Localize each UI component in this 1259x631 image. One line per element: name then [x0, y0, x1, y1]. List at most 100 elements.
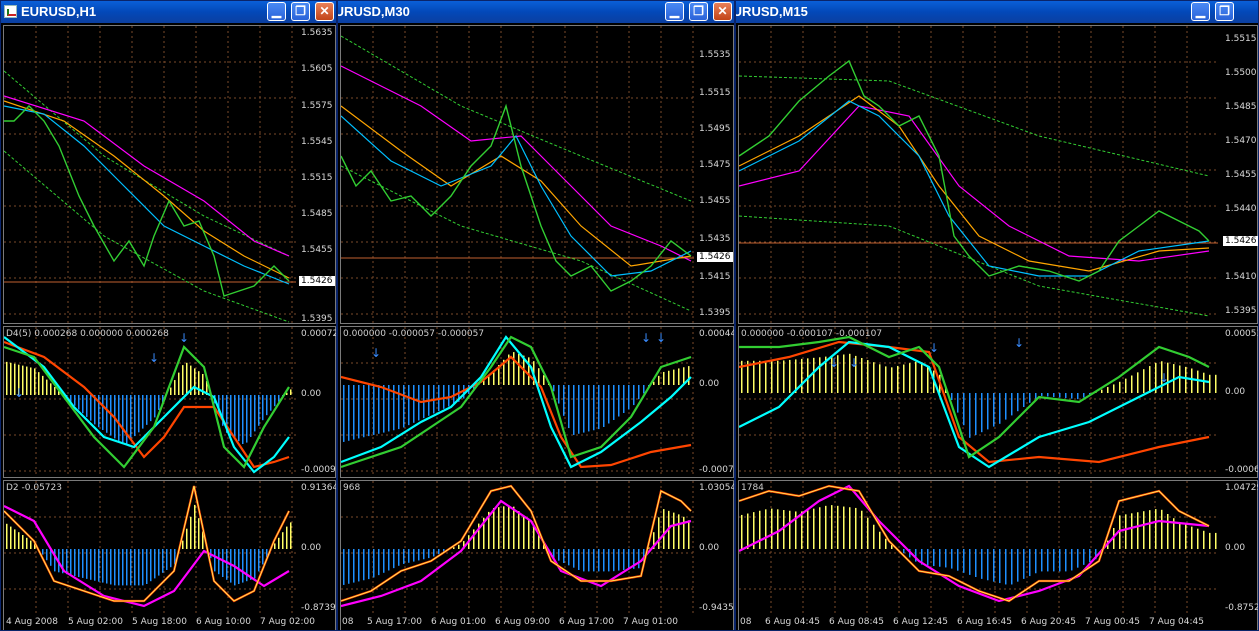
histogram-bar	[258, 395, 260, 426]
price-chart[interactable]	[739, 26, 1218, 323]
histogram-bar	[194, 368, 196, 395]
histogram-bar	[885, 366, 887, 393]
time-tick: 5 Aug 02:00	[68, 617, 123, 627]
histogram-bar	[801, 358, 803, 393]
histogram-bar	[1167, 514, 1169, 549]
chart-window-h1[interactable]: EURUSD,H1 ▁ ❐ ✕ 1.5635 1.5605 1.5575 1.5…	[0, 0, 337, 631]
histogram-bar	[963, 549, 965, 573]
histogram-bar	[26, 366, 28, 395]
slow-ma-line	[341, 65, 692, 262]
histogram-bar	[618, 385, 620, 417]
histogram-bar	[623, 549, 625, 570]
indicator-2-label: D2 -0.05723	[6, 483, 62, 493]
indicator-chart[interactable]: ↓ ↓ ↓ ↓ ↓	[739, 327, 1218, 477]
histogram-bar	[1023, 549, 1025, 579]
histogram-bar	[353, 385, 355, 440]
histogram-bar	[1029, 393, 1031, 403]
histogram-bar	[134, 395, 136, 437]
window-titlebar[interactable]: EURUSD,M30 ▁ ❐ ✕	[338, 1, 734, 23]
indicator-chart[interactable]: ↓ ↓ ↓	[341, 327, 694, 477]
histogram-bar	[771, 508, 773, 549]
window-titlebar[interactable]: EURUSD,M15 ▁ ❐	[736, 1, 1258, 23]
histogram-bar	[628, 549, 630, 570]
indicator-pane-2[interactable]: 1784 1.04729 0.00 -0.87529 08 6 Aug 04:4…	[738, 480, 1258, 630]
histogram-bar	[78, 395, 80, 410]
histogram-bar	[765, 509, 767, 549]
restore-button[interactable]: ❐	[689, 2, 708, 21]
histogram-bar	[643, 385, 645, 394]
mid-ma-line	[739, 95, 1210, 272]
histogram-bar	[358, 549, 360, 582]
indicator-pane-2[interactable]: 968 1.03054 0.00 -0.94353 08 5 Aug 17:00…	[340, 480, 734, 630]
histogram-bar	[290, 389, 292, 395]
down-arrow-icon: ↓	[14, 386, 24, 400]
histogram-bar	[1203, 530, 1205, 549]
indicator-pane-1[interactable]: ↓ ↓ ↓ D4(5) 0.000268 0.000000 0.000268 0.0…	[3, 326, 336, 478]
histogram-bar	[250, 549, 252, 580]
histogram-bar	[218, 549, 220, 575]
price-tick: 1.5515	[1225, 34, 1257, 44]
histogram-bar	[102, 549, 104, 583]
price-tick: 1.5495	[699, 124, 731, 134]
price-tick: 1.5395	[699, 308, 731, 318]
histogram-bar	[741, 514, 743, 549]
histogram-bar	[993, 549, 995, 582]
window-titlebar[interactable]: EURUSD,H1 ▁ ❐ ✕	[1, 1, 336, 23]
price-pane[interactable]: 1.5535 1.5515 1.5495 1.5475 1.5455 1.543…	[340, 25, 734, 324]
histogram-bar	[368, 385, 370, 437]
histogram-bar	[999, 549, 1001, 584]
close-button[interactable]: ✕	[713, 2, 732, 21]
minimize-button[interactable]: ▁	[267, 2, 286, 21]
close-button[interactable]: ✕	[315, 2, 334, 21]
histogram-bar	[909, 363, 911, 393]
histogram-bar	[558, 549, 560, 561]
histogram-bar	[408, 549, 410, 563]
ind-tick: 0.00053	[1225, 329, 1259, 339]
indicator-chart[interactable]	[739, 481, 1218, 615]
histogram-bar	[42, 375, 44, 395]
indicator-chart[interactable]	[341, 481, 694, 615]
oscillator-thin-line	[341, 485, 692, 602]
histogram-bar	[673, 512, 675, 549]
histogram-bar	[146, 395, 148, 425]
histogram-bar	[558, 385, 560, 404]
histogram-bar	[503, 506, 505, 549]
histogram-bar	[668, 370, 670, 385]
indicator-pane-1[interactable]: ↓ ↓ ↓ 0.000000 -0.000057 -0.000057 0.00044…	[340, 326, 734, 478]
histogram-bar	[927, 366, 929, 393]
histogram-bar	[843, 506, 845, 549]
histogram-bar	[1203, 372, 1205, 393]
price-pane[interactable]: 1.5515 1.5500 1.5485 1.5470 1.5455 1.544…	[738, 25, 1258, 324]
indicator-chart[interactable]	[4, 481, 296, 615]
indicator-pane-1[interactable]: ↓ ↓ ↓ ↓ ↓ 0.000000 -0.000107 -0.000107 0.000…	[738, 326, 1258, 478]
indicator-pane-2[interactable]: D2 -0.05723 0.91364 0.00 -0.87399 4 Aug …	[3, 480, 336, 630]
time-tick: 6 Aug 16:45	[957, 617, 1012, 627]
chart-window-m15[interactable]: EURUSD,M15 ▁ ❐ 1.5515 1.5500 1.5485 1.54…	[735, 0, 1259, 631]
histogram-bar	[513, 352, 515, 385]
restore-button[interactable]: ❐	[1215, 2, 1234, 21]
histogram-bar	[1185, 366, 1187, 393]
histogram-bar	[448, 385, 450, 407]
histogram-bar	[1059, 549, 1061, 572]
chart-window-m30[interactable]: EURUSD,M30 ▁ ❐ ✕ 1.5535 1.5515 1.5495 1.…	[337, 0, 735, 631]
histogram-bar	[653, 381, 655, 385]
slow-ma-line	[4, 95, 290, 257]
time-tick: 08	[342, 617, 354, 627]
restore-button[interactable]: ❐	[291, 2, 310, 21]
histogram-bar	[975, 393, 977, 435]
histogram-bar	[126, 549, 128, 586]
fast-ma-line	[341, 115, 692, 277]
histogram-bar	[1179, 522, 1181, 549]
time-axis: 08 5 Aug 17:00 6 Aug 01:00 6 Aug 09:00 6…	[341, 615, 733, 630]
minimize-button[interactable]: ▁	[665, 2, 684, 21]
price-chart[interactable]	[341, 26, 694, 323]
price-chart[interactable]	[4, 26, 296, 323]
histogram-bar	[951, 549, 953, 569]
histogram-bar	[10, 362, 12, 395]
price-pane[interactable]: 1.5635 1.5605 1.5575 1.5545 1.5515 1.548…	[3, 25, 336, 324]
histogram-bar	[18, 532, 20, 549]
minimize-button[interactable]: ▁	[1191, 2, 1210, 21]
histogram-bar	[282, 532, 284, 549]
indicator-chart[interactable]: ↓ ↓ ↓	[4, 327, 296, 477]
histogram-bar	[867, 360, 869, 393]
